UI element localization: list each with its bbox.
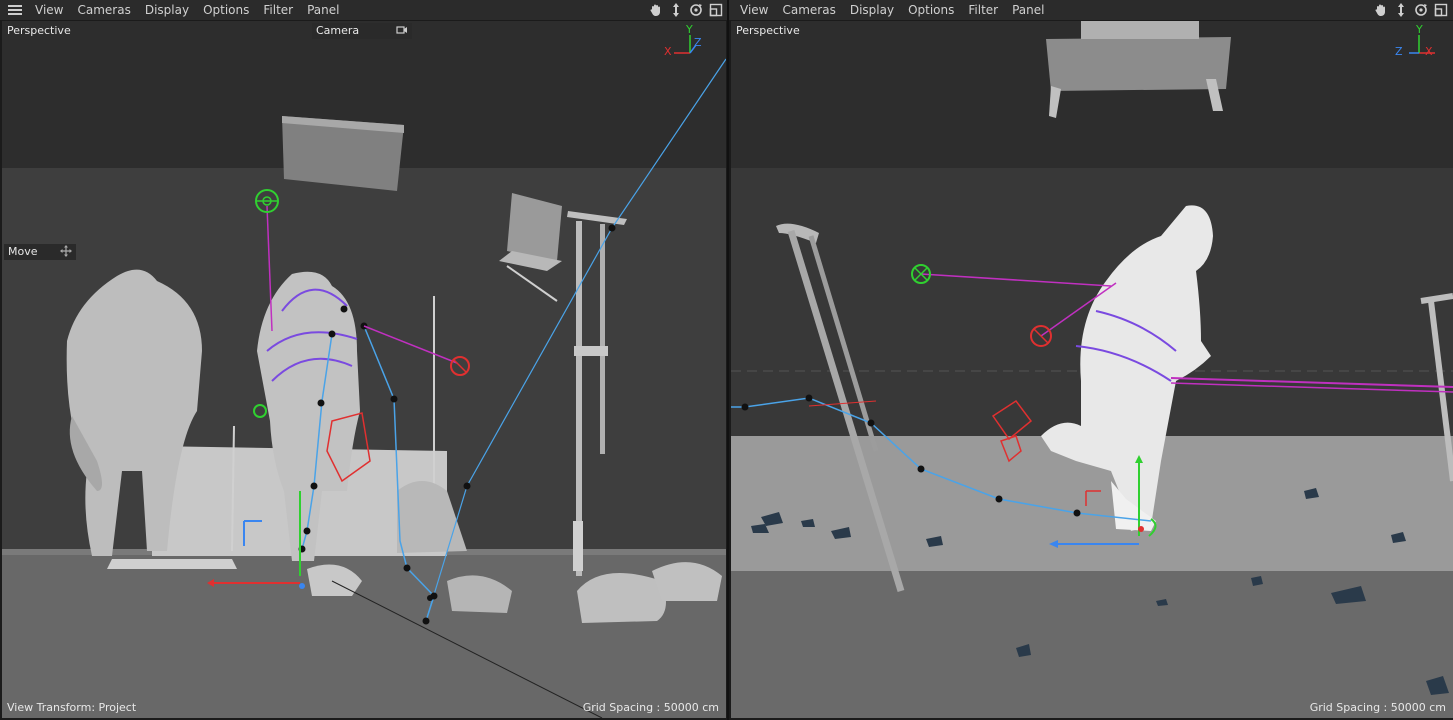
maximize-panel-icon[interactable] bbox=[708, 2, 724, 18]
right-grid-spacing-label: Grid Spacing : 50000 cm bbox=[1309, 701, 1446, 714]
right-axis-x: X bbox=[1425, 45, 1433, 58]
left-axis-z: Z bbox=[694, 36, 702, 49]
menu-display[interactable]: Display bbox=[138, 0, 196, 20]
left-axis-x: X bbox=[664, 45, 672, 58]
dolly-arrows-icon[interactable] bbox=[1393, 2, 1409, 18]
left-axis-y: Y bbox=[686, 23, 693, 36]
camera-label: Camera bbox=[316, 24, 360, 37]
menu-cameras[interactable]: Cameras bbox=[775, 0, 842, 20]
right-nav-icons bbox=[1373, 0, 1449, 20]
tool-label: Move bbox=[8, 245, 38, 258]
view-transform-label: View Transform: Project bbox=[7, 701, 137, 714]
menu-options[interactable]: Options bbox=[901, 0, 961, 20]
menu-filter[interactable]: Filter bbox=[256, 0, 300, 20]
pan-hand-icon[interactable] bbox=[1373, 2, 1389, 18]
move-arrows-icon bbox=[60, 245, 72, 262]
dolly-arrows-icon[interactable] bbox=[668, 2, 684, 18]
right-projection-label[interactable]: Perspective bbox=[736, 24, 800, 37]
right-scene-render bbox=[731, 21, 1453, 718]
right-viewport-panel: View Cameras Display Options Filter Pane… bbox=[729, 0, 1453, 720]
left-viewport-panel: View Cameras Display Options Filter Pane… bbox=[0, 0, 728, 720]
pan-hand-icon[interactable] bbox=[648, 2, 664, 18]
left-menubar: View Cameras Display Options Filter Pane… bbox=[0, 0, 728, 20]
orbit-icon[interactable] bbox=[688, 2, 704, 18]
right-3d-viewport[interactable]: Perspective X Y Z Grid Spacing : 50000 c… bbox=[731, 21, 1453, 718]
left-grid-spacing-label: Grid Spacing : 50000 cm bbox=[582, 701, 719, 714]
menu-view[interactable]: View bbox=[733, 0, 775, 20]
camera-icon bbox=[396, 24, 408, 41]
menu-panel[interactable]: Panel bbox=[300, 0, 346, 20]
right-axis-y: Y bbox=[1416, 23, 1423, 36]
menu-panel[interactable]: Panel bbox=[1005, 0, 1051, 20]
orbit-icon[interactable] bbox=[1413, 2, 1429, 18]
menu-cameras[interactable]: Cameras bbox=[70, 0, 137, 20]
menu-view[interactable]: View bbox=[28, 0, 70, 20]
right-axis-z: Z bbox=[1395, 45, 1403, 58]
hamburger-menu-icon[interactable] bbox=[8, 4, 22, 16]
menu-display[interactable]: Display bbox=[843, 0, 901, 20]
maximize-panel-icon[interactable] bbox=[1433, 2, 1449, 18]
menu-filter[interactable]: Filter bbox=[961, 0, 1005, 20]
move-tool-label[interactable]: Move bbox=[4, 244, 76, 260]
left-scene-render bbox=[2, 21, 726, 718]
left-nav-icons bbox=[648, 0, 724, 20]
menu-options[interactable]: Options bbox=[196, 0, 256, 20]
camera-selector[interactable]: Camera bbox=[312, 23, 412, 39]
right-menubar: View Cameras Display Options Filter Pane… bbox=[729, 0, 1453, 20]
left-3d-viewport[interactable]: Perspective Camera Move X Y Z View Trans… bbox=[2, 21, 726, 718]
left-projection-label[interactable]: Perspective bbox=[7, 24, 71, 37]
